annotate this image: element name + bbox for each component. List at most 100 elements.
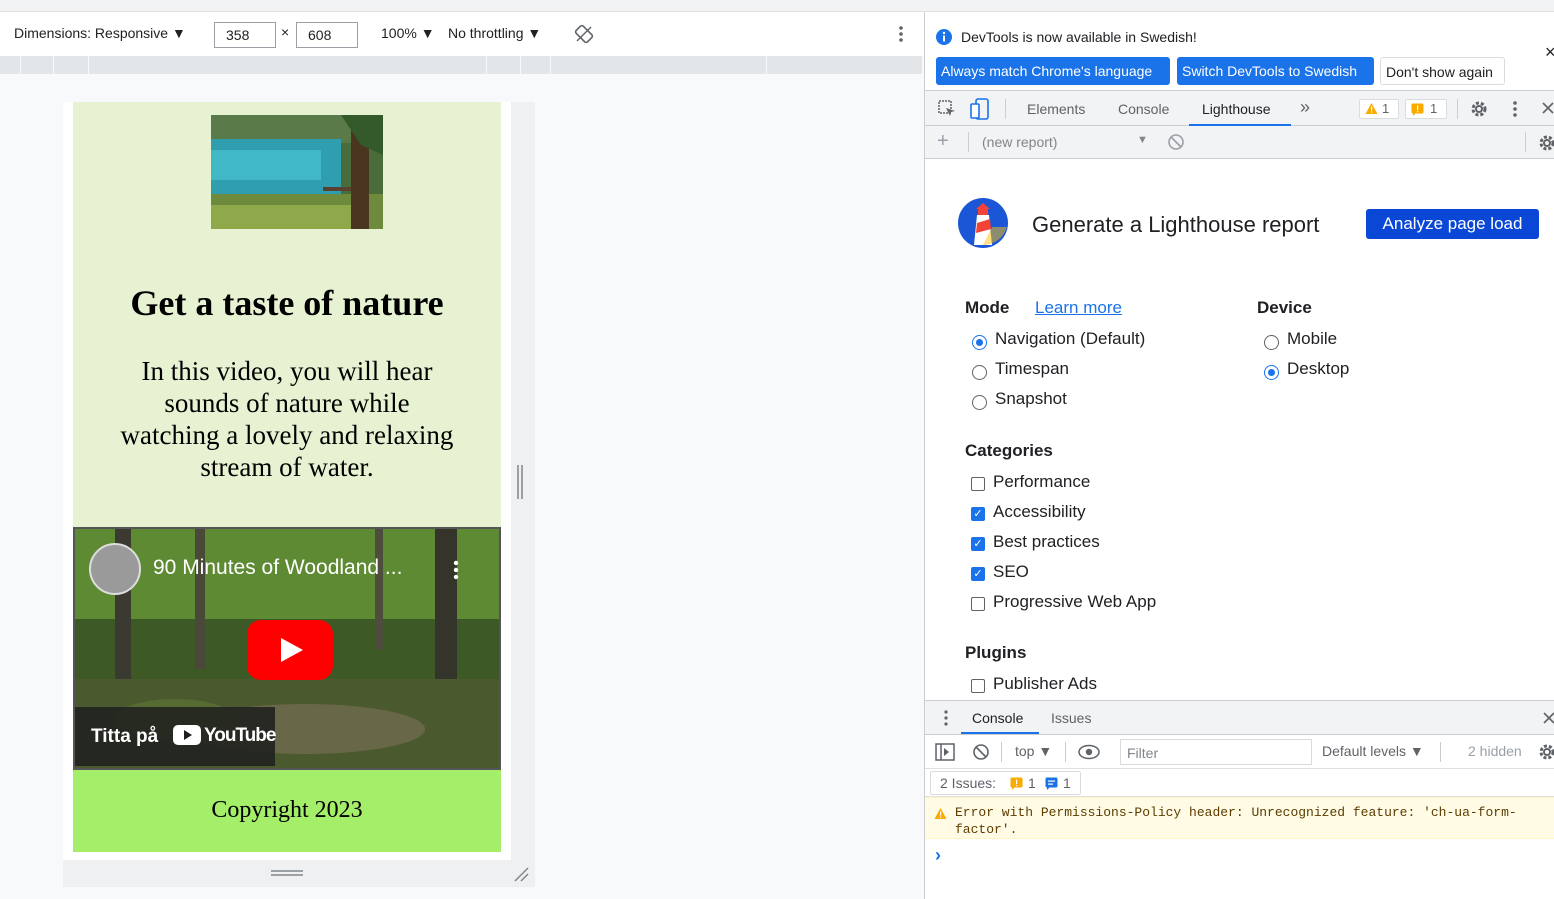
category-label[interactable]: Best practices [993,532,1100,552]
console-settings-gear-icon[interactable] [1537,742,1554,765]
context-selector[interactable]: top ▼ [1015,743,1052,759]
always-match-language-button[interactable]: Always match Chrome's language [936,57,1170,85]
tab-console[interactable]: Console [1118,101,1169,117]
mode-navigation-radio[interactable] [972,335,987,350]
drawer-tab-issues[interactable]: Issues [1051,710,1091,726]
zoom-dropdown[interactable]: 100% ▼ [381,25,435,41]
plugin-publisher-ads-checkbox[interactable] [971,679,985,693]
mode-option-label[interactable]: Navigation (Default) [995,329,1145,349]
device-mobile-radio[interactable] [1264,335,1279,350]
video-more-icon[interactable] [452,559,460,586]
issues-summary-button[interactable]: 2 Issues: 1 1 [930,771,1081,795]
drawer-tab-console[interactable]: Console [972,710,1023,726]
inspect-element-icon[interactable] [937,99,957,122]
new-report-plus-icon[interactable]: + [937,130,949,153]
category-label[interactable]: Progressive Web App [993,592,1156,612]
toolbar-divider [1440,742,1441,762]
rotate-icon[interactable] [574,24,594,47]
customize-menu-icon[interactable] [1511,99,1519,122]
page-footer: Copyright 2023 [73,770,501,852]
language-infobar: DevTools is now available in Swedish! × … [925,12,1554,90]
clear-console-icon[interactable] [972,743,990,764]
play-icon[interactable] [247,620,333,685]
console-prompt-icon[interactable]: › [935,845,941,866]
close-devtools-icon[interactable] [1541,101,1554,118]
nature-image [211,115,383,229]
close-drawer-icon[interactable] [1542,711,1554,728]
issue-icon [1411,103,1424,119]
toolbar-divider [1001,742,1002,762]
height-input[interactable]: 608 [296,22,358,48]
media-query-ruler [0,56,922,74]
device-toolbar-toggle-icon[interactable] [970,98,990,123]
clear-reports-icon[interactable] [1167,133,1185,154]
toolbar-divider [1457,99,1458,119]
more-tabs-icon[interactable]: » [1300,97,1310,118]
issue-warning-count: 1 [1028,775,1036,791]
channel-avatar[interactable] [89,543,141,595]
lighthouse-settings-gear-icon[interactable] [1537,133,1554,156]
infobar-close-icon[interactable]: × [1545,42,1554,63]
live-expression-eye-icon[interactable] [1078,744,1100,763]
device-emulation-pane: Dimensions: Responsive ▼ 358 × 608 100% … [0,12,924,899]
corner-resize-icon[interactable] [513,866,529,887]
plugins-label: Plugins [965,643,1027,662]
mode-timespan-radio[interactable] [972,365,987,380]
issue-info-count: 1 [1063,775,1071,791]
lighthouse-logo-icon [957,197,1009,254]
show-sidebar-icon[interactable] [935,743,955,764]
mode-option-label[interactable]: Timespan [995,359,1069,379]
device-desktop-radio[interactable] [1264,365,1279,380]
ruler-segment [53,56,54,74]
dont-show-again-button[interactable]: Don't show again [1380,57,1505,85]
category-accessibility-checkbox[interactable]: ✓ [971,507,985,521]
video-title[interactable]: 90 Minutes of Woodland ... [153,556,433,580]
category-seo-checkbox[interactable]: ✓ [971,567,985,581]
mode-option-label[interactable]: Snapshot [995,389,1067,409]
category-pwa-checkbox[interactable] [971,597,985,611]
lighthouse-toolbar: + (new report) ▼ [925,126,1554,159]
console-toolbar: top ▼ Filter Default levels ▼ 2 hidden [925,735,1554,769]
viewport-resize-right[interactable] [511,102,535,860]
warnings-counter[interactable]: 1 [1359,99,1399,119]
tab-lighthouse[interactable]: Lighthouse [1202,101,1271,117]
page-description: In this video, you will hear sounds of n… [120,356,454,482]
category-label[interactable]: Accessibility [993,502,1086,522]
page-content: Get a taste of nature In this video, you… [73,102,501,527]
ruler-segment [520,56,521,74]
switch-to-swedish-button[interactable]: Switch DevTools to Swedish [1177,57,1374,85]
viewport-resize-bottom[interactable] [63,860,535,887]
learn-more-link[interactable]: Learn more [1035,298,1122,318]
settings-gear-icon[interactable] [1469,99,1489,122]
youtube-logo-icon [173,725,201,750]
log-levels-dropdown[interactable]: Default levels ▼ [1322,743,1424,759]
throttling-dropdown[interactable]: No throttling ▼ [448,25,541,41]
device-option-label[interactable]: Desktop [1287,359,1349,379]
mode-label: Mode [965,298,1010,317]
ruler-segment [766,56,767,74]
tab-elements[interactable]: Elements [1027,101,1085,117]
dimensions-dropdown[interactable]: Dimensions: Responsive ▼ [14,25,186,41]
issues-counter[interactable]: 1 [1405,99,1447,119]
watch-on-youtube-button[interactable]: Titta på YouTube [75,707,276,766]
analyze-page-load-button[interactable]: Analyze page load [1366,209,1539,239]
emulated-viewport: Get a taste of nature In this video, you… [63,102,511,860]
ruler-segment [550,56,551,74]
filter-placeholder: Filter [1127,745,1159,761]
report-selector[interactable]: (new report) [982,134,1057,150]
plugin-label[interactable]: Publisher Ads [993,674,1097,694]
resize-handle-bar [521,465,523,499]
category-performance-checkbox[interactable] [971,477,985,491]
device-option-label[interactable]: Mobile [1287,329,1337,349]
category-best-practices-checkbox[interactable]: ✓ [971,537,985,551]
category-label[interactable]: Performance [993,472,1090,492]
more-options-icon[interactable] [897,24,905,47]
mode-snapshot-radio[interactable] [972,395,987,410]
category-label[interactable]: SEO [993,562,1029,582]
width-input[interactable]: 358 [214,22,276,48]
youtube-embed[interactable]: 90 Minutes of Woodland ... Titta på YouT… [73,527,501,770]
console-drawer: Console Issues top ▼ Filter Default leve… [925,700,1554,899]
console-filter-input[interactable]: Filter [1120,739,1312,765]
report-selector-chevron-icon[interactable]: ▼ [1137,134,1148,146]
drawer-menu-icon[interactable] [943,709,949,730]
